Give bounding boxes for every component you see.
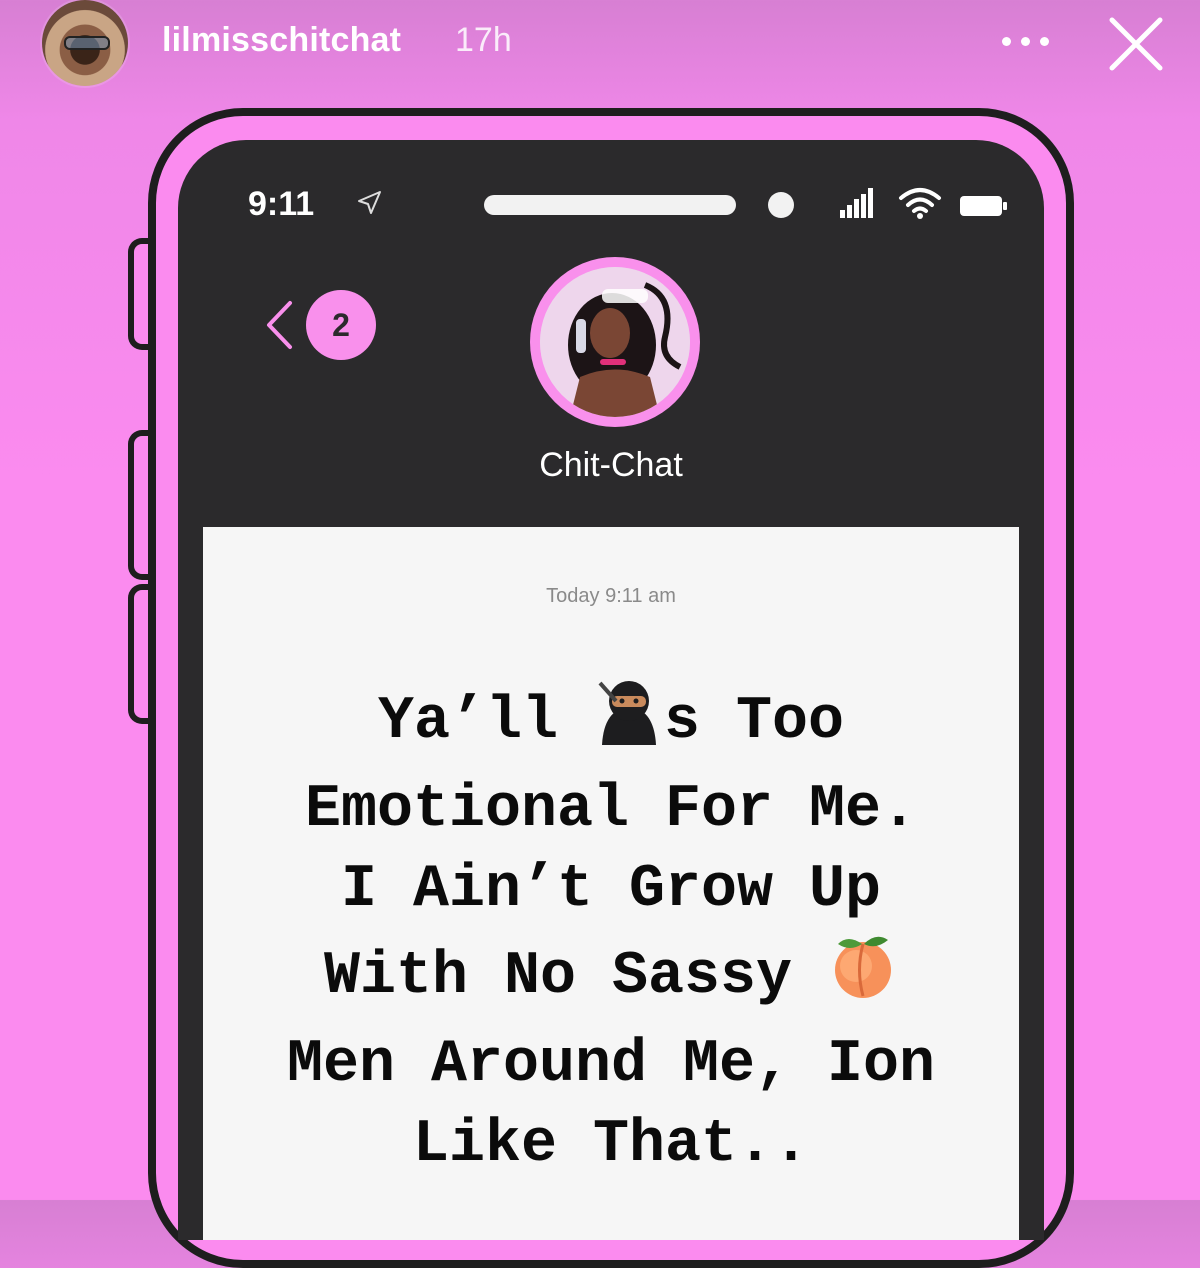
message-line: Men Around Me, Ion: [286, 1031, 936, 1099]
contact-photo-illustration: [540, 267, 690, 417]
message-text: Ya’ll s Too Emotional For Me. I Ain’t Gr…: [203, 679, 1019, 1185]
signal-bars-icon: [840, 188, 873, 218]
status-time: 9:11: [248, 185, 315, 223]
unread-count-badge[interactable]: 2: [306, 290, 376, 360]
message-timestamp: Today 9:11 am: [546, 585, 676, 607]
message-fragment: With No Sassy: [323, 943, 829, 1011]
message-line: With No Sassy: [203, 930, 1019, 1025]
avatar-glasses-detail: [64, 36, 110, 50]
close-button[interactable]: [1106, 14, 1166, 74]
message-fragment: Ya’ll: [377, 688, 594, 756]
peach-emoji-icon: [828, 930, 898, 1025]
phone-screen: 9:11 2 Chit-Chat Today 9:11 am Ya’ll s T…: [178, 140, 1044, 1240]
close-x-icon: [1109, 17, 1163, 71]
wifi-icon: [899, 188, 941, 219]
story-timestamp: 17h: [455, 21, 512, 59]
message-line: I Ain’t Grow Up: [340, 856, 882, 924]
phone-speaker-notch: [484, 195, 736, 215]
message-line: Ya’ll s Too: [203, 679, 1019, 770]
contact-name: Chit-Chat: [539, 446, 683, 484]
message-thread: Today 9:11 am Ya’ll s Too Emotional For …: [203, 527, 1019, 1240]
phone-camera: [768, 192, 794, 218]
message-line: Emotional For Me.: [304, 776, 918, 844]
more-options-button[interactable]: [1002, 26, 1050, 56]
location-arrow-icon: [358, 191, 381, 214]
contact-photo: [540, 267, 690, 417]
message-line: Like That..: [412, 1111, 810, 1179]
story-header: lilmisschitchat 17h: [0, 0, 1200, 90]
back-chevron-icon[interactable]: [264, 300, 294, 350]
battery-icon: [960, 196, 1007, 216]
story-username[interactable]: lilmisschitchat: [162, 21, 401, 60]
contact-avatar[interactable]: [530, 257, 700, 427]
ninja-emoji-icon: [594, 679, 664, 770]
story-user-avatar[interactable]: [42, 0, 128, 86]
more-dot: [1040, 37, 1049, 46]
message-fragment: s Too: [664, 688, 845, 756]
more-dot: [1021, 37, 1030, 46]
more-dots-icon: [1002, 37, 1011, 46]
